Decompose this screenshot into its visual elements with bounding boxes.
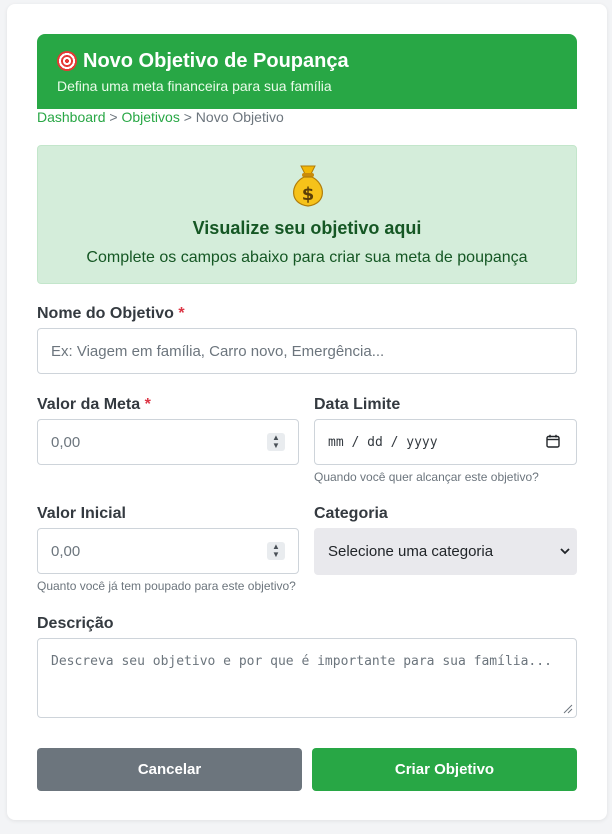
goal-name-label: Nome do Objetivo * [37,305,185,323]
number-stepper[interactable]: ▲ ▼ [267,542,285,560]
breadcrumb-separator: > [109,109,118,125]
description-placeholder: Descreva seu objetivo e por que é import… [51,654,552,669]
resize-handle-icon[interactable] [563,704,573,714]
cancel-button[interactable]: Cancelar [37,748,302,791]
breadcrumb-dashboard[interactable]: Dashboard [37,109,106,125]
chevron-down-icon [560,548,570,555]
breadcrumb-objetivos[interactable]: Objetivos [121,109,179,125]
goal-name-label-text: Nome do Objetivo [37,305,174,322]
deadline-help: Quando você quer alcançar este objetivo? [314,470,539,484]
stepper-down-icon[interactable]: ▼ [272,551,280,559]
deadline-date-input[interactable]: mm / dd / yyyy [314,419,577,465]
preview-text: Complete os campos abaixo para criar sua… [86,249,528,266]
target-value-input[interactable]: 0,00 ▲ ▼ [37,419,299,465]
target-value-label: Valor da Meta * [37,396,151,414]
target-value-label-text: Valor da Meta [37,396,141,413]
initial-value-input[interactable]: 0,00 ▲ ▼ [37,528,299,574]
preview-title: Visualize seu objetivo aqui [192,218,422,238]
initial-value-placeholder: 0,00 [51,542,81,560]
deadline-placeholder: mm / dd / yyyy [328,434,438,450]
goal-name-placeholder: Ex: Viagem em família, Carro novo, Emerg… [51,342,385,360]
stepper-down-icon[interactable]: ▼ [272,442,280,450]
goal-name-input[interactable]: Ex: Viagem em família, Carro novo, Emerg… [37,328,577,374]
page-title-row: Novo Objetivo de Poupança [57,48,557,74]
svg-text:$: $ [302,184,315,205]
breadcrumb-separator: > [183,109,192,125]
calendar-icon[interactable] [546,434,560,448]
required-mark: * [178,305,185,322]
page-header: Novo Objetivo de Poupança Defina uma met… [37,34,577,109]
target-value-placeholder: 0,00 [51,433,81,451]
breadcrumb-current: Novo Objetivo [195,109,284,125]
deadline-label: Data Limite [314,396,401,413]
page-subtitle: Defina uma meta financeira para sua famí… [57,78,332,94]
initial-value-label: Valor Inicial [37,505,126,522]
number-stepper[interactable]: ▲ ▼ [267,433,285,451]
required-mark: * [144,396,151,413]
description-textarea[interactable]: Descreva seu objetivo e por que é import… [37,638,577,718]
description-label: Descrição [37,615,114,632]
goal-preview: $ Visualize seu objetivo aqui Complete o… [37,145,577,284]
page-title: Novo Objetivo de Poupança [83,50,349,72]
target-icon [57,51,77,71]
category-select[interactable]: Selecione uma categoria [314,528,577,575]
breadcrumb: Dashboard > Objetivos > Novo Objetivo [37,109,284,125]
category-label: Categoria [314,505,388,522]
initial-value-help: Quanto você já tem poupado para este obj… [37,579,296,593]
create-goal-button[interactable]: Criar Objetivo [312,748,577,791]
category-selected-value: Selecione uma categoria [328,543,494,560]
money-bag-icon: $ [293,165,323,207]
